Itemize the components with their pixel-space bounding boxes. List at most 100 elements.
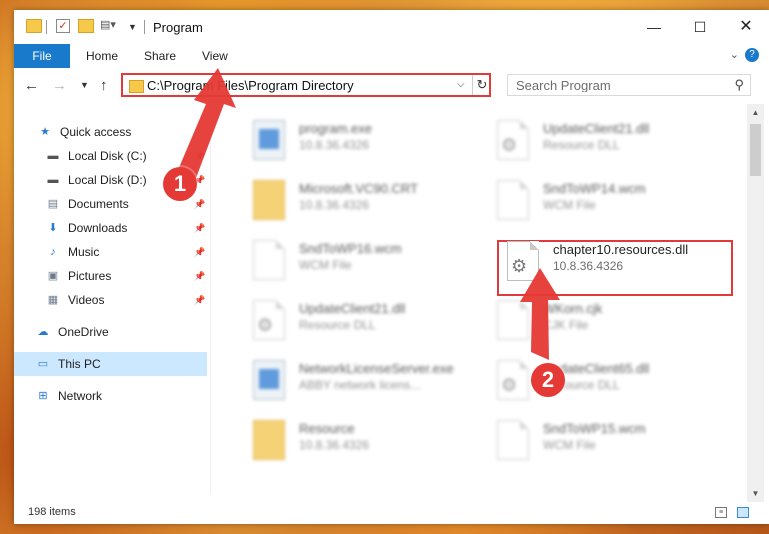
recent-locations-chevron-icon[interactable]: ▼ bbox=[80, 80, 89, 90]
network-icon: ⊞ bbox=[38, 390, 48, 402]
pin-icon[interactable]: 📌 bbox=[194, 216, 205, 240]
large-icons-view-icon[interactable] bbox=[737, 507, 749, 518]
sidebar-item-downloads[interactable]: ⬇ Downloads 📌 bbox=[14, 216, 208, 240]
properties-check-icon[interactable]: ✓ bbox=[56, 19, 70, 33]
file-item[interactable]: SndToWP15.wcm WCM File bbox=[489, 414, 719, 466]
file-item[interactable]: program.exe 10.8.36.4326 bbox=[245, 114, 475, 166]
file-name: SndToWP16.wcm bbox=[299, 241, 402, 256]
file-meta: ABBY network licens... bbox=[299, 378, 421, 392]
tab-share[interactable]: Share bbox=[130, 44, 190, 68]
folder-icon bbox=[26, 19, 42, 33]
documents-icon: ▤ bbox=[47, 198, 59, 210]
file-item[interactable]: NetworkLicenseServer.exe ABBY network lic… bbox=[245, 354, 475, 406]
back-arrow-icon[interactable]: ← bbox=[24, 77, 39, 94]
file-name: Microsoft.VC90.CRT bbox=[299, 181, 418, 196]
folder-icon bbox=[129, 80, 144, 93]
tab-home[interactable]: Home bbox=[72, 44, 132, 68]
sidebar-item-label: Network bbox=[58, 389, 103, 403]
pin-icon[interactable]: 📌 bbox=[194, 192, 205, 216]
vertical-scrollbar[interactable]: ▲ ▼ bbox=[747, 104, 764, 502]
help-button[interactable]: ? bbox=[745, 48, 759, 62]
file-item[interactable]: SndToWP14.wcm WCM File bbox=[489, 174, 719, 226]
cloud-icon: ☁ bbox=[37, 326, 49, 338]
customize-toolbar-chevron-icon[interactable]: ▼ bbox=[128, 22, 137, 32]
navigation-bar: ← → ▼ ↑ C:\Program Files\Program Directo… bbox=[14, 68, 769, 104]
toolbar-divider bbox=[144, 20, 145, 34]
music-note-icon: ♪ bbox=[50, 246, 56, 258]
file-name: SndToWP14.wcm bbox=[543, 181, 646, 196]
properties-icon[interactable]: ▤▾ bbox=[100, 19, 116, 32]
file-meta: WCM File bbox=[543, 198, 596, 212]
expand-ribbon-chevron-icon[interactable]: ⌄ bbox=[730, 48, 739, 61]
new-folder-icon[interactable] bbox=[78, 19, 94, 33]
sidebar-item-label: Quick access bbox=[60, 125, 132, 139]
file-item[interactable]: ⚙ chapter10.resources.dll 10.8.36.4326 bbox=[499, 235, 729, 287]
search-input[interactable] bbox=[516, 78, 726, 92]
exe-icon bbox=[253, 360, 285, 400]
tab-view[interactable]: View bbox=[188, 44, 242, 68]
file-name: SndToWP15.wcm bbox=[543, 421, 646, 436]
file-meta: 10.8.36.4326 bbox=[553, 259, 624, 273]
close-button[interactable]: ✕ bbox=[723, 10, 769, 44]
search-box[interactable]: ⚲ bbox=[507, 74, 751, 96]
file-item[interactable]: ⚙ UpdateClient21.dll Resource DLL bbox=[489, 114, 719, 166]
file-item[interactable]: WKorn.cjk CJK File bbox=[489, 294, 719, 346]
maximize-button[interactable]: ☐ bbox=[677, 10, 723, 44]
pin-icon[interactable]: 📌 bbox=[194, 144, 205, 168]
file-item[interactable]: SndToWP16.wcm WCM File bbox=[245, 234, 475, 286]
file-name: WKorn.cjk bbox=[543, 301, 603, 316]
pin-icon[interactable]: 📌 bbox=[194, 288, 205, 312]
sidebar-item-label: OneDrive bbox=[58, 325, 109, 339]
sidebar-item-label: Pictures bbox=[68, 269, 112, 283]
details-view-icon[interactable]: ≡ bbox=[715, 507, 727, 518]
sidebar-item-music[interactable]: ♪ Music 📌 bbox=[14, 240, 208, 264]
search-icon[interactable]: ⚲ bbox=[734, 77, 744, 93]
sidebar-item-local-disk-c[interactable]: ▬ Local Disk (C:) 📌 bbox=[14, 144, 208, 168]
sidebar-item-onedrive[interactable]: ☁ OneDrive bbox=[14, 320, 208, 344]
file-item[interactable]: Microsoft.VC90.CRT 10.8.36.4326 bbox=[245, 174, 475, 226]
navigation-pane: ★ Quick access ▬ Local Disk (C:) 📌 ▬ Local Dis… bbox=[14, 104, 210, 504]
scrollbar-thumb[interactable] bbox=[750, 124, 761, 176]
scroll-up-arrow-icon[interactable]: ▲ bbox=[747, 104, 764, 121]
sidebar-item-pictures[interactable]: ▣ Pictures 📌 bbox=[14, 264, 208, 288]
minimize-button[interactable]: — bbox=[631, 10, 677, 44]
sidebar-item-quick-access[interactable]: ★ Quick access bbox=[14, 120, 208, 144]
file-meta: Resource DLL bbox=[299, 318, 376, 332]
file-item[interactable]: ⚙ UpdateClient21.dll Resource DLL bbox=[245, 294, 475, 346]
scroll-down-arrow-icon[interactable]: ▼ bbox=[747, 485, 764, 502]
file-meta: 10.8.36.4326 bbox=[299, 138, 370, 152]
forward-arrow-icon[interactable]: → bbox=[52, 77, 67, 94]
download-arrow-icon: ⬇ bbox=[48, 222, 58, 234]
up-arrow-icon[interactable]: ↑ bbox=[100, 77, 108, 94]
refresh-icon[interactable]: ↻ bbox=[472, 75, 491, 95]
monitor-icon: ▭ bbox=[37, 358, 49, 370]
title-bar: ✓ ▤▾ ▼ Program — ☐ ✕ bbox=[14, 10, 769, 44]
folder-icon bbox=[253, 180, 285, 220]
file-explorer-window: ✓ ▤▾ ▼ Program — ☐ ✕ File Home Share Vie… bbox=[14, 10, 769, 524]
sidebar-item-label: Local Disk (D:) bbox=[68, 173, 147, 187]
file-item[interactable]: Resource 10.8.36.4326 bbox=[245, 414, 475, 466]
sidebar-item-network[interactable]: ⊞ Network bbox=[14, 384, 208, 408]
dll-icon: ⚙ bbox=[497, 120, 529, 160]
sidebar-item-this-pc[interactable]: ▭ This PC bbox=[14, 352, 207, 376]
address-path[interactable]: C:\Program Files\Program Directory bbox=[147, 78, 354, 93]
document-icon bbox=[497, 420, 529, 460]
dll-icon: ⚙ bbox=[497, 360, 529, 400]
file-meta: CJK File bbox=[543, 318, 589, 332]
address-bar[interactable]: C:\Program Files\Program Directory ⌵ ↻ bbox=[121, 73, 491, 97]
gear-icon: ⚙ bbox=[511, 256, 528, 276]
pin-icon[interactable]: 📌 bbox=[194, 264, 205, 288]
file-meta: Resource DLL bbox=[543, 138, 620, 152]
address-dropdown-chevron-icon[interactable]: ⌵ bbox=[457, 79, 465, 90]
dll-icon: ⚙ bbox=[253, 300, 285, 340]
file-item[interactable]: ⚙ UpdateClient65.dll Resource DLL bbox=[489, 354, 719, 406]
sidebar-item-label: Videos bbox=[68, 293, 105, 307]
sidebar-item-videos[interactable]: ▦ Videos 📌 bbox=[14, 288, 208, 312]
file-name: chapter10.resources.dll bbox=[553, 242, 689, 257]
ribbon-tabs: File Home Share View ⌄ ? bbox=[14, 44, 769, 96]
sidebar-item-label: This PC bbox=[58, 357, 101, 371]
file-name: Resource bbox=[299, 421, 355, 436]
pin-icon[interactable]: 📌 bbox=[194, 240, 205, 264]
status-bar: 198 items ≡ bbox=[14, 502, 769, 524]
pictures-icon: ▣ bbox=[47, 270, 59, 282]
